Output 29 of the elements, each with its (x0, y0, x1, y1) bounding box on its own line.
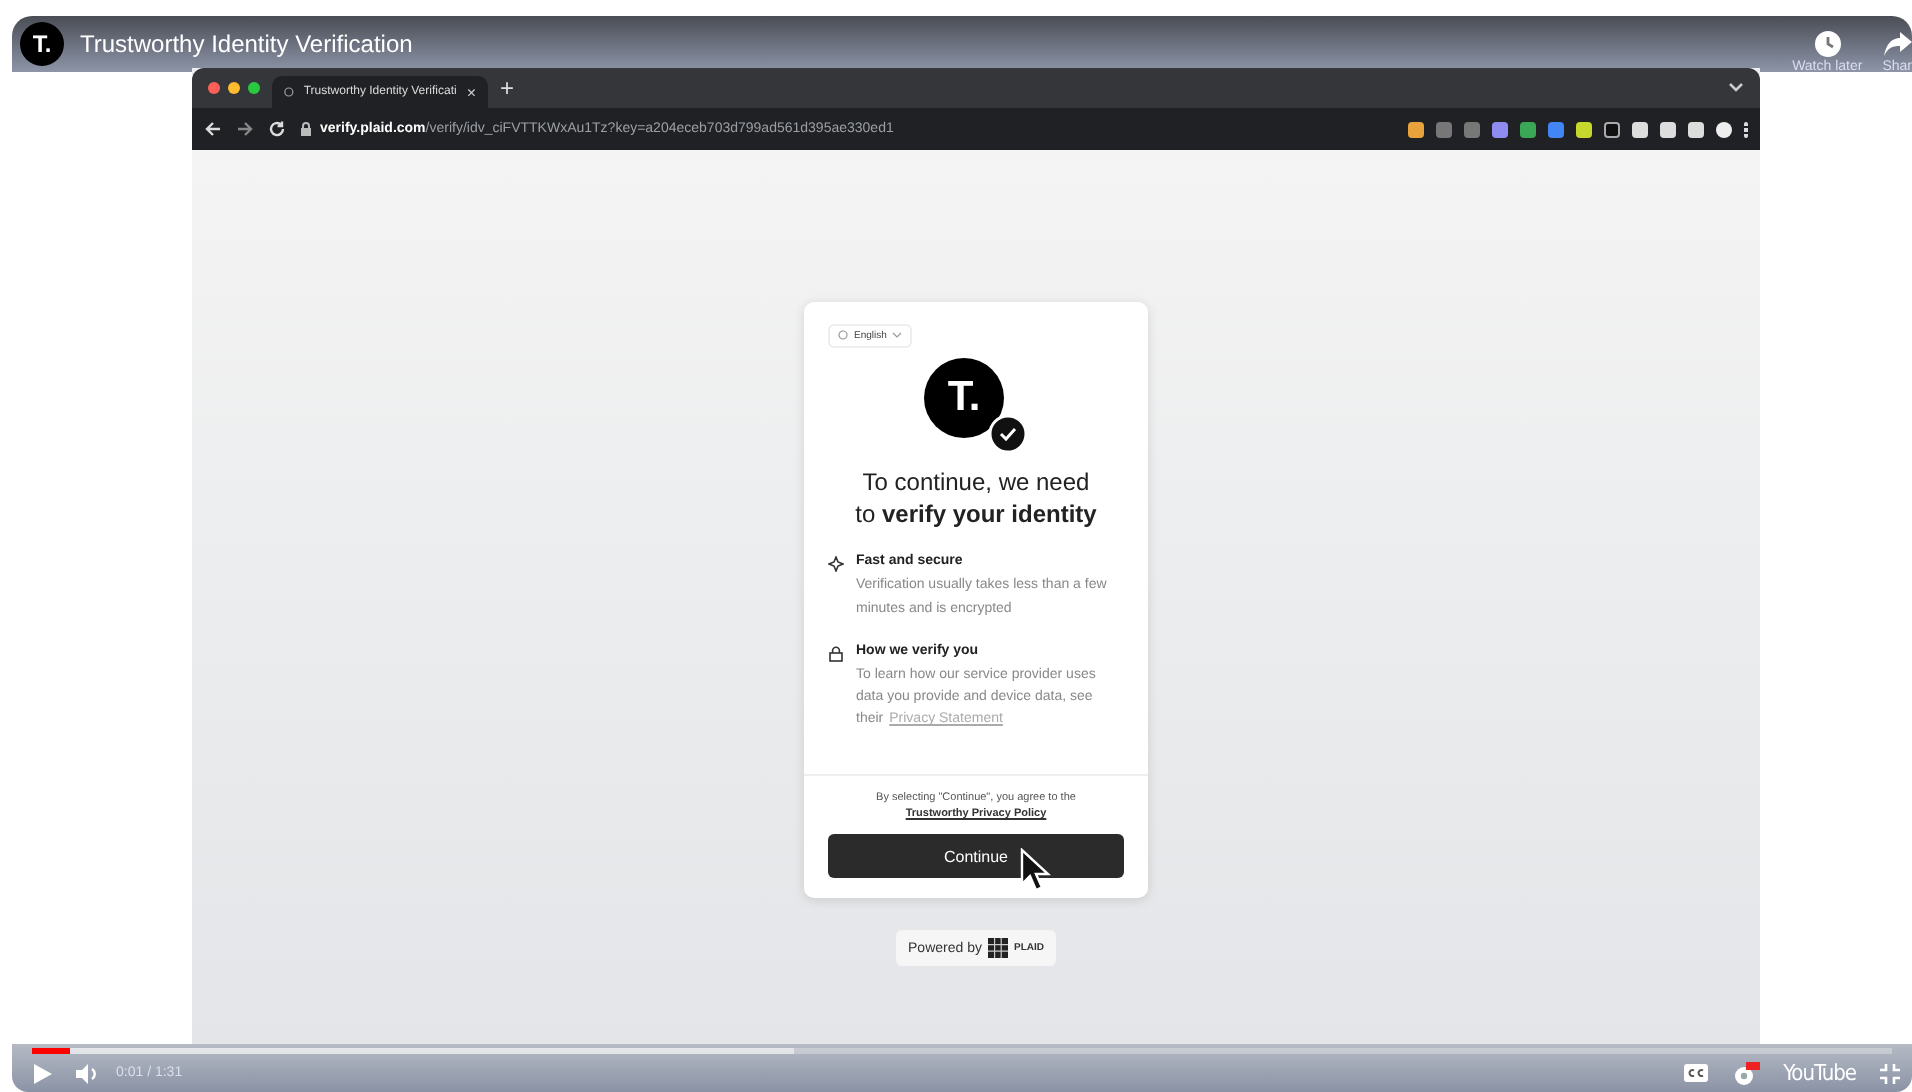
channel-avatar[interactable]: T. (20, 22, 64, 66)
globe-icon (838, 330, 848, 340)
reload-icon[interactable] (268, 120, 286, 138)
captions-icon[interactable] (1683, 1064, 1708, 1082)
new-tab-button[interactable]: + (500, 74, 515, 102)
play-icon[interactable] (32, 1063, 52, 1083)
globe-icon (284, 84, 294, 100)
fullscreen-exit-icon[interactable] (1880, 1063, 1900, 1083)
back-icon[interactable] (204, 120, 222, 138)
company-logo: T. (924, 358, 1004, 438)
cursor-icon (1020, 848, 1052, 893)
lock-icon (300, 122, 312, 136)
heading: To continue, we need to verify your identity (853, 466, 1099, 531)
close-tab-button[interactable]: × (466, 83, 476, 101)
chevron-icon (892, 332, 903, 338)
clock-icon[interactable] (1813, 30, 1842, 58)
continue-button[interactable]: Continue (828, 834, 1124, 879)
lock-icon (828, 645, 844, 662)
check-badge-icon (988, 414, 1028, 454)
share-icon[interactable] (1883, 30, 1912, 58)
sparkle-icon (828, 556, 844, 573)
chevron-icon[interactable] (1728, 82, 1744, 94)
volume-icon[interactable] (76, 1063, 100, 1083)
window-controls-icon[interactable] (208, 82, 260, 94)
forward-icon[interactable] (236, 120, 254, 138)
grid-logo-icon (987, 938, 1008, 959)
profile-avatar[interactable] (1716, 121, 1732, 137)
video-title[interactable]: Trustworthy Identity Verification (80, 30, 1777, 58)
progress-bar[interactable] (32, 1048, 1892, 1054)
